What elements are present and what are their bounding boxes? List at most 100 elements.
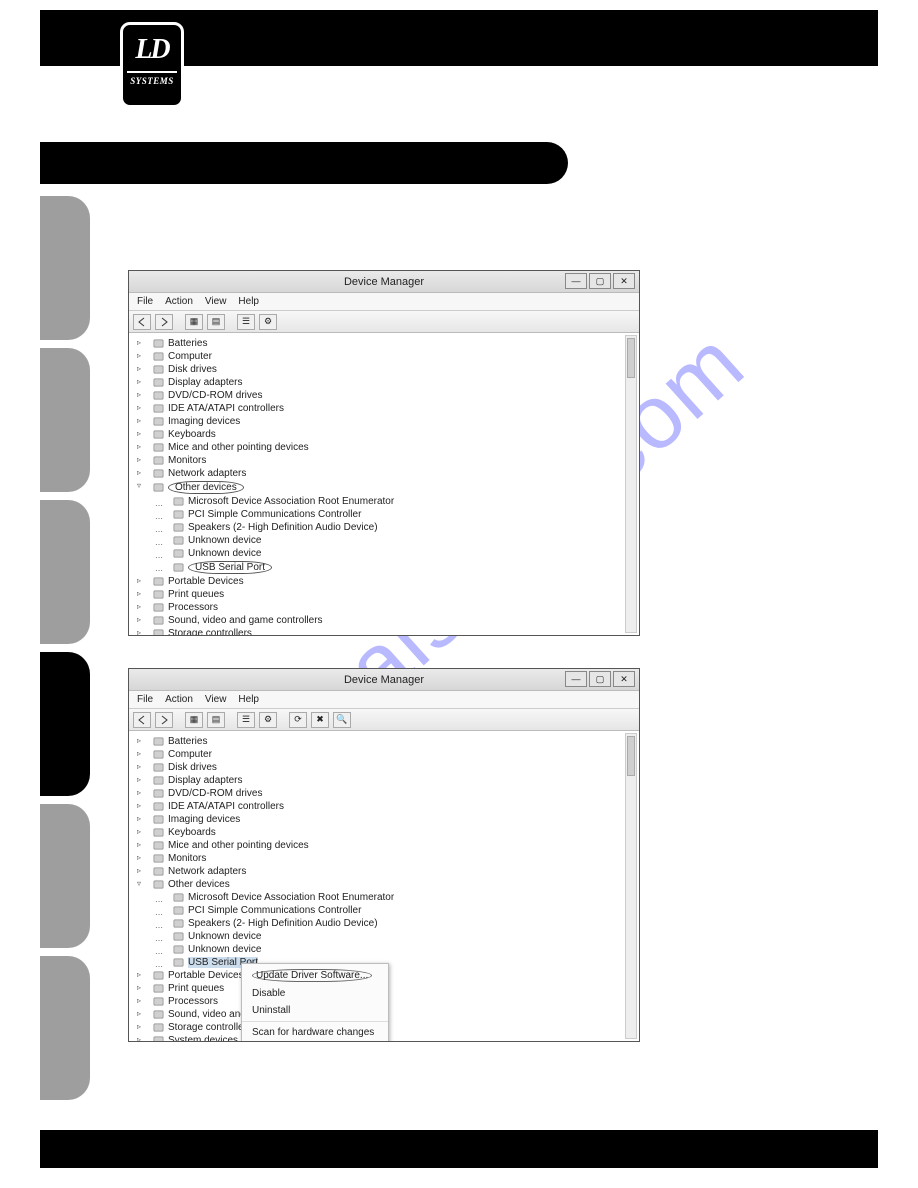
tree-node-label: USB Serial Port bbox=[188, 561, 272, 574]
tree-node[interactable]: Other devices bbox=[137, 480, 637, 495]
toolbar-icon[interactable]: ▦ bbox=[185, 712, 203, 728]
context-menu-item[interactable]: Uninstall bbox=[242, 1002, 388, 1019]
tree-node[interactable]: Imaging devices bbox=[137, 813, 637, 826]
minimize-button[interactable]: — bbox=[565, 273, 587, 289]
tree-node[interactable]: Keyboards bbox=[137, 428, 637, 441]
device-tree[interactable]: BatteriesComputerDisk drivesDisplay adap… bbox=[137, 337, 637, 635]
scroll-thumb[interactable] bbox=[627, 736, 635, 776]
toolbar-icon[interactable]: ▤ bbox=[207, 314, 225, 330]
toolbar-icon[interactable]: ☰ bbox=[237, 314, 255, 330]
context-menu[interactable]: Update Driver Software...DisableUninstal… bbox=[241, 963, 389, 1041]
menubar: File Action View Help bbox=[129, 691, 639, 709]
toolbar: ▦ ▤ ☰ ⚙ ⟳ ✖ 🔍 bbox=[129, 709, 639, 731]
menu-action[interactable]: Action bbox=[165, 694, 193, 705]
tree-node[interactable]: Storage controllers bbox=[137, 627, 637, 635]
tree-child-node[interactable]: ⋯Unknown device bbox=[157, 547, 637, 560]
tree-child-node[interactable]: ⋯Speakers (2- High Definition Audio Devi… bbox=[157, 521, 637, 534]
menu-help[interactable]: Help bbox=[238, 694, 259, 705]
menu-view[interactable]: View bbox=[205, 694, 227, 705]
tree-child-node[interactable]: ⋯Speakers (2- High Definition Audio Devi… bbox=[157, 917, 637, 930]
toolbar-icon[interactable]: ▦ bbox=[185, 314, 203, 330]
menu-file[interactable]: File bbox=[137, 296, 153, 307]
tree-node[interactable]: DVD/CD-ROM drives bbox=[137, 787, 637, 800]
tree-node-label: Other devices bbox=[168, 879, 230, 890]
toolbar-icon[interactable]: ☰ bbox=[237, 712, 255, 728]
tree-node[interactable]: Computer bbox=[137, 748, 637, 761]
tree-node[interactable]: Disk drives bbox=[137, 363, 637, 376]
close-button[interactable]: ✕ bbox=[613, 671, 635, 687]
toolbar-icon[interactable]: ✖ bbox=[311, 712, 329, 728]
page-bottom-bar bbox=[40, 1130, 878, 1168]
menu-file[interactable]: File bbox=[137, 694, 153, 705]
side-tab-5[interactable] bbox=[40, 804, 90, 948]
tree-node[interactable]: Network adapters bbox=[137, 467, 637, 480]
side-tab-1[interactable] bbox=[40, 196, 90, 340]
vertical-scrollbar[interactable] bbox=[625, 733, 637, 1039]
tree-node-label: Network adapters bbox=[168, 468, 246, 479]
tree-node-label: IDE ATA/ATAPI controllers bbox=[168, 403, 284, 414]
tree-node[interactable]: IDE ATA/ATAPI controllers bbox=[137, 402, 637, 415]
forward-button[interactable] bbox=[155, 314, 173, 330]
tree-child-node[interactable]: ⋯Unknown device bbox=[157, 943, 637, 956]
tree-node-label: Monitors bbox=[168, 853, 206, 864]
tree-node-label: Keyboards bbox=[168, 827, 216, 838]
titlebar[interactable]: Device Manager — ▢ ✕ bbox=[129, 669, 639, 691]
tree-node-label: Disk drives bbox=[168, 762, 217, 773]
tree-node[interactable]: Mice and other pointing devices bbox=[137, 441, 637, 454]
tree-node-label: IDE ATA/ATAPI controllers bbox=[168, 801, 284, 812]
close-button[interactable]: ✕ bbox=[613, 273, 635, 289]
tree-node[interactable]: DVD/CD-ROM drives bbox=[137, 389, 637, 402]
tree-child-node[interactable]: ⋯PCI Simple Communications Controller bbox=[157, 904, 637, 917]
minimize-button[interactable]: — bbox=[565, 671, 587, 687]
toolbar-icon[interactable]: ⚙ bbox=[259, 314, 277, 330]
tree-child-node[interactable]: ⋯Unknown device bbox=[157, 930, 637, 943]
tree-node[interactable]: Mice and other pointing devices bbox=[137, 839, 637, 852]
toolbar-icon[interactable]: ⚙ bbox=[259, 712, 277, 728]
side-tab-3[interactable] bbox=[40, 500, 90, 644]
tree-node[interactable]: Display adapters bbox=[137, 774, 637, 787]
context-menu-item[interactable]: Update Driver Software... bbox=[242, 966, 388, 985]
tree-child-node[interactable]: ⋯Unknown device bbox=[157, 534, 637, 547]
menu-action[interactable]: Action bbox=[165, 296, 193, 307]
tree-child-node[interactable]: ⋯USB Serial Port bbox=[157, 956, 637, 969]
tree-node[interactable]: Other devices bbox=[137, 878, 637, 891]
back-button[interactable] bbox=[133, 712, 151, 728]
tree-node[interactable]: Processors bbox=[137, 601, 637, 614]
tree-node[interactable]: Print queues bbox=[137, 588, 637, 601]
context-menu-item[interactable]: Scan for hardware changes bbox=[242, 1024, 388, 1041]
tree-node[interactable]: Keyboards bbox=[137, 826, 637, 839]
tree-node[interactable]: Computer bbox=[137, 350, 637, 363]
tree-node[interactable]: Batteries bbox=[137, 735, 637, 748]
toolbar-icon[interactable]: ▤ bbox=[207, 712, 225, 728]
tree-node[interactable]: Display adapters bbox=[137, 376, 637, 389]
toolbar-icon[interactable]: ⟳ bbox=[289, 712, 307, 728]
tree-node[interactable]: Portable Devices bbox=[137, 575, 637, 588]
titlebar[interactable]: Device Manager — ▢ ✕ bbox=[129, 271, 639, 293]
scroll-thumb[interactable] bbox=[627, 338, 635, 378]
tree-node[interactable]: Monitors bbox=[137, 454, 637, 467]
side-tab-2[interactable] bbox=[40, 348, 90, 492]
tree-node[interactable]: Monitors bbox=[137, 852, 637, 865]
back-button[interactable] bbox=[133, 314, 151, 330]
toolbar-icon[interactable]: 🔍 bbox=[333, 712, 351, 728]
vertical-scrollbar[interactable] bbox=[625, 335, 637, 633]
menu-view[interactable]: View bbox=[205, 296, 227, 307]
tree-node[interactable]: Imaging devices bbox=[137, 415, 637, 428]
tree-child-node[interactable]: ⋯PCI Simple Communications Controller bbox=[157, 508, 637, 521]
menu-help[interactable]: Help bbox=[238, 296, 259, 307]
side-tab-6[interactable] bbox=[40, 956, 90, 1100]
tree-node[interactable]: Disk drives bbox=[137, 761, 637, 774]
side-tab-4[interactable] bbox=[40, 652, 90, 796]
forward-button[interactable] bbox=[155, 712, 173, 728]
tree-node-label: Speakers (2- High Definition Audio Devic… bbox=[188, 522, 378, 533]
tree-child-node[interactable]: ⋯Microsoft Device Association Root Enume… bbox=[157, 495, 637, 508]
context-menu-item[interactable]: Disable bbox=[242, 985, 388, 1002]
tree-child-node[interactable]: ⋯USB Serial Port bbox=[157, 560, 637, 575]
maximize-button[interactable]: ▢ bbox=[589, 671, 611, 687]
maximize-button[interactable]: ▢ bbox=[589, 273, 611, 289]
tree-node[interactable]: Network adapters bbox=[137, 865, 637, 878]
tree-child-node[interactable]: ⋯Microsoft Device Association Root Enume… bbox=[157, 891, 637, 904]
tree-node[interactable]: Sound, video and game controllers bbox=[137, 614, 637, 627]
tree-node[interactable]: IDE ATA/ATAPI controllers bbox=[137, 800, 637, 813]
tree-node[interactable]: Batteries bbox=[137, 337, 637, 350]
